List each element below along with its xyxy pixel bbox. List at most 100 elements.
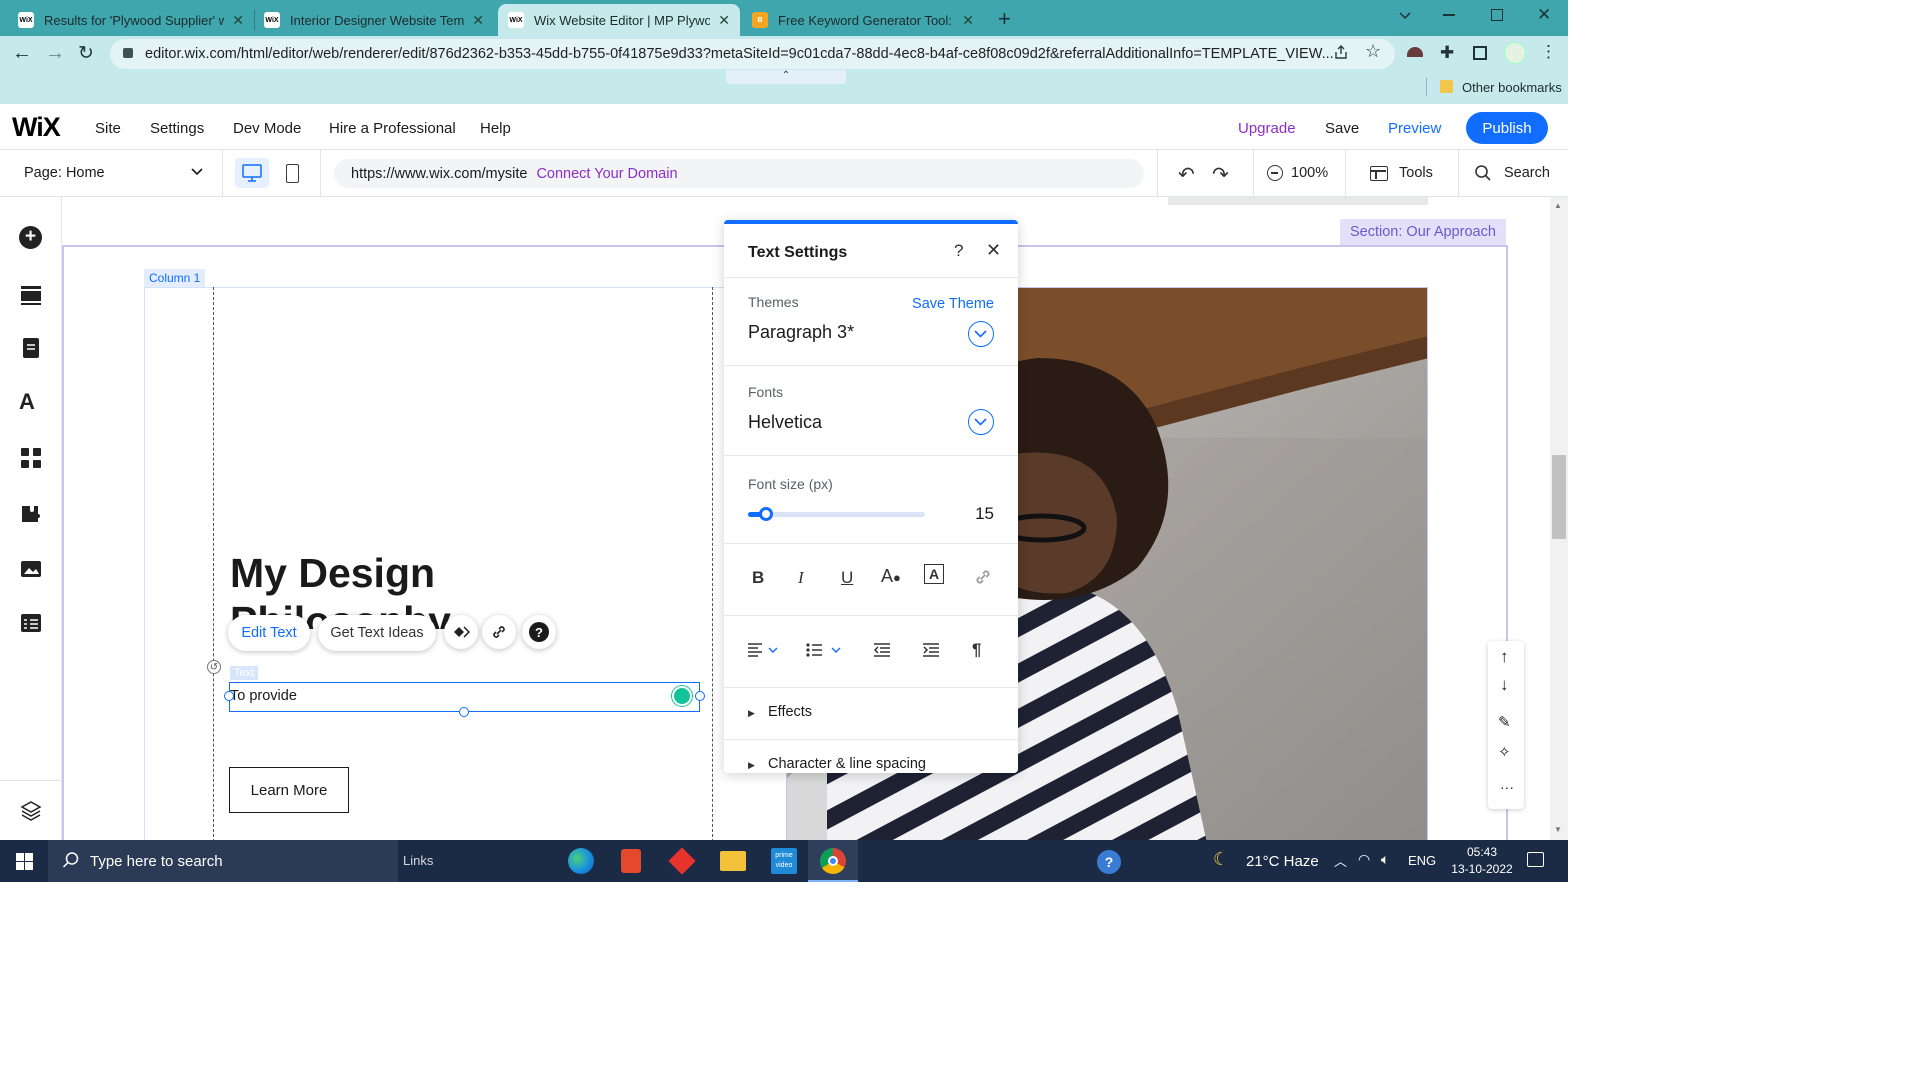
grammarly-icon[interactable] [672,686,692,706]
slider-knob[interactable] [759,507,773,521]
site-url-field[interactable]: https://www.wix.com/mysite Connect Your … [334,159,1144,188]
selected-text-box[interactable]: To provide [224,682,705,717]
bullet-list-icon[interactable] [806,642,844,658]
magic-wand-icon[interactable]: ✧ [1498,743,1511,761]
back-icon[interactable]: ← [12,42,32,65]
effects-section[interactable]: ▶ Effects [724,688,1018,740]
canvas-scrollbar[interactable]: ▲ ▼ [1550,197,1568,840]
rotate-handle-icon[interactable]: ↺ [207,660,221,674]
italic-icon[interactable]: I [798,568,804,588]
office-icon[interactable] [621,849,641,873]
chevron-down-icon[interactable] [190,166,204,178]
media-icon[interactable] [19,557,43,581]
bookmark-star-icon[interactable]: ☆ [1365,41,1381,62]
browser-tab-4[interactable]: B Free Keyword Generator Tool: Fin ✕ [742,4,984,36]
save-button[interactable]: Save [1325,120,1359,137]
search-icon[interactable] [1474,164,1492,182]
clock[interactable]: 05:43 13-10-2022 [1444,844,1520,878]
learn-more-button[interactable]: Learn More [229,767,349,813]
minimize-icon[interactable] [1443,14,1455,16]
forward-icon[interactable]: → [45,42,65,65]
bold-icon[interactable]: B [752,568,764,588]
tab-search-icon[interactable] [1398,8,1412,22]
design-theme-icon[interactable]: A [19,389,43,414]
move-down-icon[interactable]: ↓ [1500,675,1509,695]
file-explorer-icon[interactable] [720,851,746,871]
cms-table-icon[interactable] [19,611,43,635]
upgrade-link[interactable]: Upgrade [1238,120,1296,137]
browser-tab-2[interactable]: WiX Interior Designer Website Templa ✕ [254,4,494,36]
connect-domain-link[interactable]: Connect Your Domain [536,166,677,182]
extensions-puzzle-icon[interactable]: ✚ [1440,43,1454,63]
wifi-icon[interactable]: ◠ [1358,851,1370,868]
effects-label[interactable]: Effects [768,704,812,720]
tools-icon[interactable] [1370,166,1388,181]
search-button[interactable]: Search [1504,165,1550,181]
help-icon[interactable]: ? [522,615,556,649]
help-app-icon[interactable]: ? [1097,850,1121,874]
close-tab-icon[interactable]: ✕ [962,12,974,29]
weather-text[interactable]: 21°C Haze [1246,853,1319,870]
page-selector[interactable]: Page: Home [24,165,105,181]
desktop-view-button[interactable] [235,158,269,188]
windows-start-icon[interactable] [16,853,33,870]
language-indicator[interactable]: ENG [1408,853,1436,868]
menu-site[interactable]: Site [95,120,121,137]
more-actions-icon[interactable]: ··· [1500,779,1514,795]
theme-dropdown-icon[interactable] [968,321,994,347]
collapse-topbar-handle[interactable]: ⌃ [726,70,846,84]
new-tab-icon[interactable]: + [998,6,1011,32]
save-theme-link[interactable]: Save Theme [912,296,994,312]
resize-handle-left[interactable] [224,691,234,701]
text-direction-icon[interactable]: ¶ [972,640,981,660]
link-icon[interactable] [974,568,992,586]
layers-icon[interactable] [19,799,43,823]
text-color-icon[interactable]: A● [881,566,901,587]
other-bookmarks[interactable]: Other bookmarks [1462,80,1562,95]
font-value[interactable]: Helvetica [748,412,822,433]
menu-hire-professional[interactable]: Hire a Professional [329,120,456,137]
extension-icon[interactable] [1407,47,1423,57]
anydesk-icon[interactable] [668,847,696,875]
zoom-out-icon[interactable] [1267,165,1283,181]
font-size-slider[interactable] [748,507,925,521]
mobile-view-button[interactable] [286,164,299,183]
share-icon[interactable] [1333,44,1349,60]
outdent-icon[interactable] [874,642,892,658]
menu-dev-mode[interactable]: Dev Mode [233,120,301,137]
sections-icon[interactable] [19,283,43,307]
zoom-level[interactable]: 100% [1291,165,1328,181]
tray-chevron-icon[interactable]: ︿ [1334,851,1347,870]
move-up-icon[interactable]: ↑ [1500,647,1509,667]
close-tab-icon[interactable]: ✕ [472,12,484,29]
menu-help[interactable]: Help [480,120,511,137]
close-window-icon[interactable]: ✕ [1537,5,1551,25]
menu-settings[interactable]: Settings [150,120,204,137]
scroll-down-arrow-icon[interactable]: ▼ [1554,825,1562,834]
tools-button[interactable]: Tools [1399,165,1433,181]
text-content[interactable]: To provide [230,688,297,704]
browser-tab-1[interactable]: WiX Results for 'Plywood Supplier' we ✕ [8,4,254,36]
side-panel-icon[interactable] [1473,46,1487,60]
help-icon[interactable]: ? [954,241,963,261]
redo-icon[interactable]: ↷ [1212,162,1229,187]
theme-value[interactable]: Paragraph 3* [748,322,854,343]
close-icon[interactable]: ✕ [986,240,1001,261]
resize-handle-bottom[interactable] [459,707,469,717]
url-field[interactable]: editor.wix.com/html/editor/web/renderer/… [110,39,1395,69]
restore-icon[interactable] [1491,9,1503,21]
publish-button[interactable]: Publish [1466,112,1548,144]
edge-icon[interactable] [568,848,594,874]
taskbar-search-box[interactable]: Type here to search [48,840,398,882]
close-tab-icon[interactable]: ✕ [718,12,730,29]
apps-icon[interactable] [19,446,43,470]
undo-icon[interactable]: ↶ [1178,162,1195,187]
volume-icon[interactable]: 🔈︎ [1381,851,1389,868]
animation-icon[interactable] [444,615,478,649]
pages-icon[interactable] [19,336,43,360]
column-label[interactable]: Column 1 [144,269,206,287]
font-dropdown-icon[interactable] [968,409,994,435]
align-left-icon[interactable] [748,642,782,658]
chrome-taskbar-active[interactable] [808,840,858,882]
close-tab-icon[interactable]: ✕ [232,12,244,29]
